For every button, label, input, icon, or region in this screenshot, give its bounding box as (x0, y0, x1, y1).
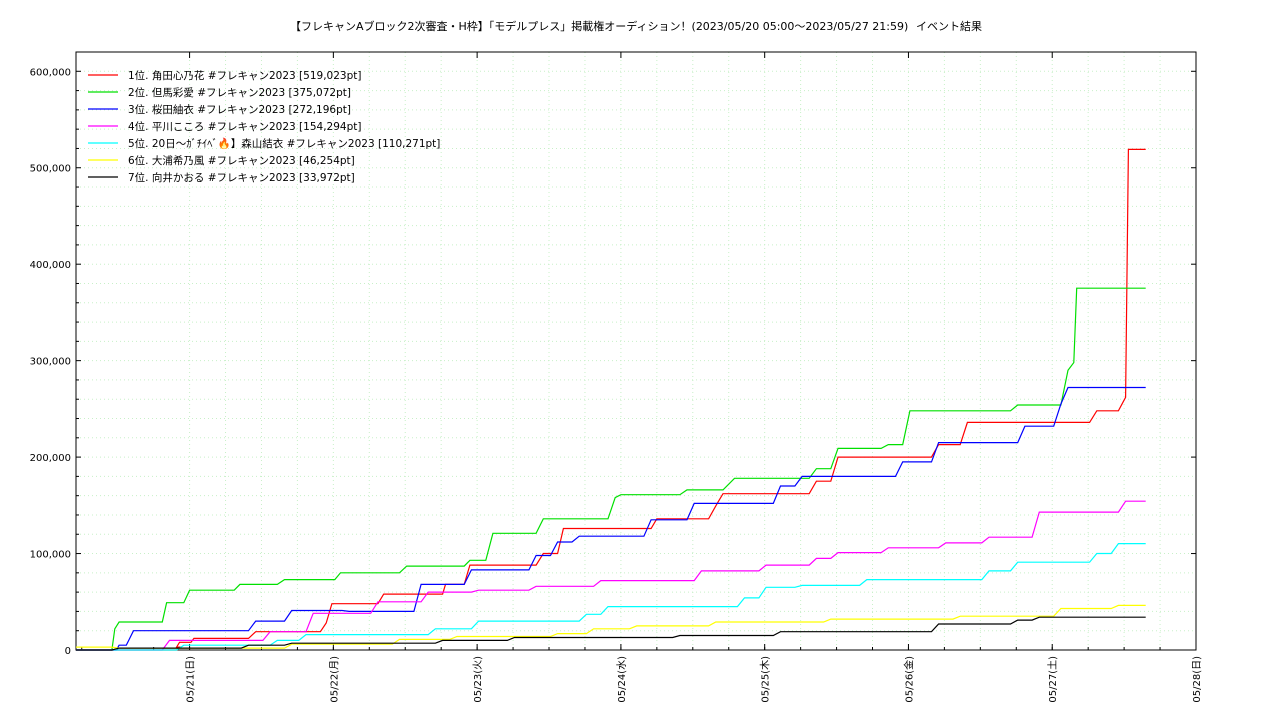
x-tick-label: 05/25(木) (760, 656, 772, 703)
y-tick-label: 200,000 (30, 453, 71, 464)
line-chart: 【フレキャンAブロック2次審査・H枠】「モデルプレス」掲載権オーディション！(2… (30, 19, 1203, 703)
y-tick-label: 300,000 (30, 357, 71, 368)
legend-label-7: 7位. 向井かおる #フレキャン2023 [33,972pt] (128, 171, 355, 184)
y-tick-label: 500,000 (30, 164, 71, 175)
y-tick-label: 0 (65, 646, 71, 657)
legend-label-2: 2位. 但馬彩愛 #フレキャン2023 [375,072pt] (128, 86, 351, 99)
x-tick-label: 05/22(月) (328, 656, 340, 703)
series-line-5 (76, 542, 1146, 651)
x-tick-label: 05/23(火) (472, 656, 484, 703)
x-tick-label: 05/24(水) (616, 656, 628, 703)
x-tick-label: 05/21(日) (186, 656, 197, 703)
series-line-2 (76, 287, 1146, 651)
y-tick-label: 400,000 (30, 260, 71, 271)
chart-subtitle: イベント結果 (916, 19, 982, 33)
legend: 1位. 角田心乃花 #フレキャン2023 [519,023pt] 2位. 但馬彩愛… (88, 69, 440, 184)
x-tick-label: 05/26(金) (902, 656, 915, 703)
x-tick-label: 05/27(土) (1046, 656, 1059, 703)
legend-label-6: 6位. 大浦希乃風 #フレキャン2023 [46,254pt] (128, 154, 355, 167)
legend-label-1: 1位. 角田心乃花 #フレキャン2023 [519,023pt] (128, 69, 361, 82)
series-line-3 (76, 386, 1146, 651)
legend-label-3: 3位. 桜田紬衣 #フレキャン2023 [272,196pt] (128, 103, 351, 116)
legend-label-4: 4位. 平川こころ #フレキャン2023 [154,294pt] (128, 120, 361, 133)
y-tick-label: 600,000 (30, 67, 71, 78)
x-tick-label: 05/28(日) (1192, 656, 1203, 703)
y-tick-label: 100,000 (30, 550, 71, 561)
legend-label-5: 5位. 20日〜ｶﾞﾁｲﾍﾞ🔥】森山結衣 #フレキャン2023 [110,271… (128, 137, 440, 150)
chart-title: 【フレキャンAブロック2次審査・H枠】「モデルプレス」掲載権オーディション！(2… (290, 19, 908, 33)
